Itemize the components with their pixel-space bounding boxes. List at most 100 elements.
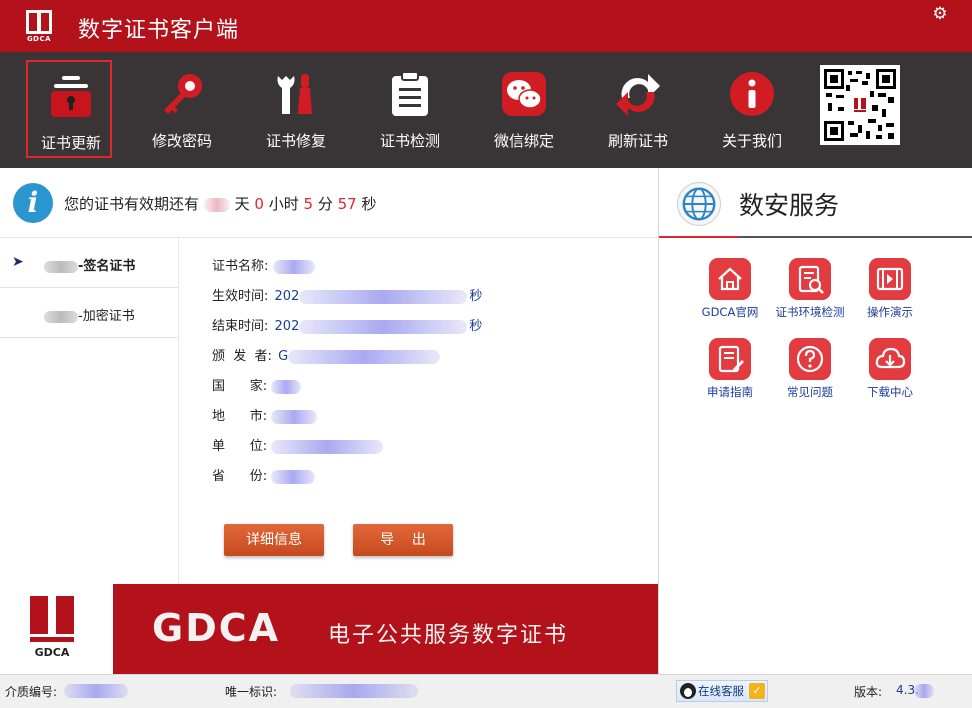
end-time-label: 结束时间: <box>212 319 269 334</box>
service-header: 数安服务 <box>659 168 972 238</box>
validity-minute-unit: 分 <box>317 195 333 213</box>
validity-hour-unit: 小时 <box>268 195 299 213</box>
redacted-province <box>271 469 316 484</box>
banner-logo-text: GDCA <box>34 646 70 659</box>
service-download[interactable]: 下载中心 <box>849 338 929 408</box>
redacted-org <box>271 439 384 454</box>
cert-list: ➤ -签名证书 -加密证书 <box>0 238 179 584</box>
toolbar-cert-repair-button[interactable]: 证书修复 <box>253 60 339 158</box>
wrench-icon <box>277 74 312 114</box>
cert-item-label: -签名证书 <box>78 259 136 274</box>
service-env-check[interactable]: 证书环境检测 <box>769 258 849 328</box>
end-time-value-suffix: 秒 <box>469 319 483 334</box>
redacted-city <box>271 409 318 424</box>
province-label: 省 份: <box>212 469 268 484</box>
toolbar-change-password-button[interactable]: 修改密码 <box>139 60 225 158</box>
validity-hours: 0 <box>254 195 264 213</box>
toolbar: 证书更新 修改密码 证书修复 证书检测 微信绑定 刷新证书 关于我们 <box>0 52 972 168</box>
service-label: 下载中心 <box>867 385 913 399</box>
service-title: 数安服务 <box>739 191 840 220</box>
toolbar-wechat-bind-button[interactable]: 微信绑定 <box>481 60 567 158</box>
issuer-row: 颁 发 者: G <box>212 345 441 365</box>
cert-detail-panel: 证书名称: 生效时间: 202 秒 结束时间: 202 秒 颁 发 者: G 国 家… <box>179 238 658 584</box>
service-gdca-website[interactable]: GDCA官网 <box>689 258 769 328</box>
download-icon <box>869 338 911 380</box>
service-demo[interactable]: 操作演示 <box>849 258 929 328</box>
validity-day-unit: 天 <box>234 195 250 213</box>
toolbar-label: 证书更新 <box>40 134 101 152</box>
validity-minutes: 5 <box>303 195 314 213</box>
banner-logo: GDCA <box>0 584 113 674</box>
cert-item-sign[interactable]: ➤ -签名证书 <box>0 238 179 288</box>
video-icon <box>869 258 911 300</box>
doc-search-icon <box>789 258 831 300</box>
validity-second-unit: 秒 <box>361 195 377 213</box>
cert-item-encrypt[interactable]: -加密证书 <box>0 288 179 338</box>
service-faq[interactable]: 常见问题 <box>769 338 849 408</box>
globe-icon <box>677 182 721 226</box>
version-label: 版本: <box>854 685 883 699</box>
org-row: 单 位: <box>212 435 384 455</box>
end-time-value-prefix: 202 <box>274 319 300 334</box>
toolbar-cert-check-button[interactable]: 证书检测 <box>367 60 453 158</box>
service-guide[interactable]: 申请指南 <box>689 338 769 408</box>
redacted-start-time <box>299 289 468 304</box>
info-icon: i <box>13 183 53 223</box>
redacted-cert-owner <box>44 310 78 323</box>
refresh-icon <box>616 74 660 116</box>
toolbar-label: 证书修复 <box>265 132 326 150</box>
cert-name-label: 证书名称: <box>212 259 269 274</box>
selected-arrow-icon: ➤ <box>12 254 24 270</box>
banner-subtitle: 电子公共服务数字证书 <box>328 623 569 648</box>
online-service-button[interactable]: 在线客服 ✓ <box>676 680 768 702</box>
title-bar: GDCA 数字证书客户端 ⚙ <box>0 0 972 52</box>
online-service-label: 在线客服 <box>698 684 744 698</box>
validity-prefix: 您的证书有效期还有 <box>64 195 200 213</box>
city-row: 地 市: <box>212 405 318 425</box>
export-button[interactable]: 导 出 <box>353 524 453 556</box>
uid-label: 唯一标识: <box>225 685 278 699</box>
lock-refresh-icon <box>51 76 91 117</box>
redacted-uid <box>290 684 418 698</box>
toolbar-label: 微信绑定 <box>493 132 554 150</box>
start-time-label: 生效时间: <box>212 289 269 304</box>
toolbar-cert-update-button[interactable]: 证书更新 <box>26 60 112 158</box>
province-row: 省 份: <box>212 465 316 485</box>
status-bar: 介质编号: 唯一标识: 在线客服 ✓ 版本: 4.3. <box>0 674 972 708</box>
issuer-value-prefix: G <box>278 349 289 364</box>
guide-icon <box>709 338 751 380</box>
cert-item-label: -加密证书 <box>78 309 135 324</box>
start-time-value-prefix: 202 <box>274 289 300 304</box>
qr-code <box>820 65 900 145</box>
toolbar-label: 关于我们 <box>721 132 782 150</box>
toolbar-about-button[interactable]: 关于我们 <box>709 60 795 158</box>
clipboard-icon <box>392 71 428 116</box>
validity-text: 您的证书有效期还有 天 0 小时 5 分 57 秒 <box>64 193 377 214</box>
home-icon <box>709 258 751 300</box>
brand-banner: GDCA GDCA 电子公共服务数字证书 <box>0 584 658 674</box>
service-label: 操作演示 <box>867 305 913 319</box>
start-time-row: 生效时间: 202 秒 <box>212 285 482 305</box>
app-title: 数字证书客户端 <box>78 18 240 43</box>
redacted-issuer <box>288 349 441 364</box>
details-button[interactable]: 详细信息 <box>224 524 324 556</box>
redacted-country <box>271 379 302 394</box>
toolbar-refresh-cert-button[interactable]: 刷新证书 <box>595 60 681 158</box>
validity-bar: i 您的证书有效期还有 天 0 小时 5 分 57 秒 <box>0 168 658 238</box>
toolbar-label: 刷新证书 <box>607 132 668 150</box>
issuer-label: 颁 发 者: <box>212 349 272 364</box>
start-time-value-suffix: 秒 <box>469 289 483 304</box>
redacted-end-time <box>299 319 468 334</box>
question-icon <box>789 338 831 380</box>
city-label: 地 市: <box>212 409 268 424</box>
wechat-icon <box>502 72 546 116</box>
logo-text: GDCA <box>26 35 52 43</box>
key-icon <box>164 74 202 114</box>
gear-icon[interactable]: ⚙ <box>930 4 950 24</box>
toolbar-label: 证书检测 <box>379 132 440 150</box>
org-label: 单 位: <box>212 439 268 454</box>
redacted-version <box>914 684 934 698</box>
check-icon: ✓ <box>749 683 765 699</box>
service-panel: 数安服务 GDCA官网 证书环境检测 操作演示 申请指南 常见问题 下载中心 <box>658 168 972 674</box>
qq-penguin-icon <box>680 683 696 699</box>
